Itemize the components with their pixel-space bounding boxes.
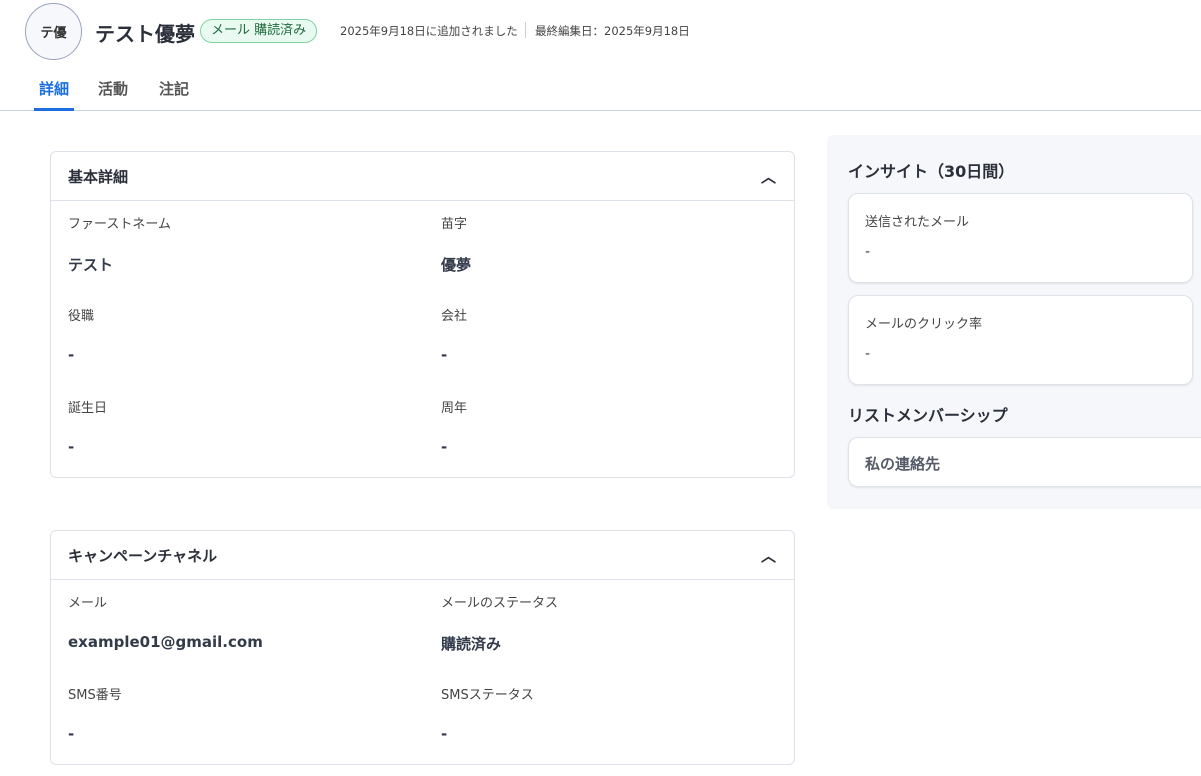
insight-value: - (865, 346, 871, 362)
tab-notes[interactable]: 注記 (159, 78, 189, 109)
list-membership-title: リストメンバーシップ (848, 406, 1008, 425)
list-item[interactable]: 私の連絡先 (848, 437, 1201, 487)
field-company: 会社 - (441, 305, 777, 397)
tab-details[interactable]: 詳細 (34, 78, 75, 111)
tab-activity[interactable]: 活動 (98, 78, 128, 109)
field-label: 会社 (441, 309, 468, 324)
campaign-channels-card: キャンペーンチャネル ︿ メール example01@gmail.com メールのス… (50, 530, 795, 765)
added-date: 2025年9月18日に追加されました (340, 24, 518, 38)
field-value: - (68, 346, 75, 364)
insight-value: - (865, 244, 871, 260)
field-value: テスト (68, 256, 114, 274)
insights-title: インサイト（30日間） (848, 162, 1015, 181)
field-label: 役職 (68, 309, 95, 324)
insight-emails-sent: 送信されたメール - (848, 193, 1193, 283)
section-title: キャンペーンチャネル (68, 546, 218, 565)
avatar: テ優 (25, 3, 82, 60)
field-sms-status: SMSステータス - (441, 684, 777, 776)
field-sms-number: SMS番号 - (68, 684, 441, 776)
field-birthday: 誕生日 - (68, 397, 441, 489)
field-label: SMSステータス (441, 688, 534, 703)
field-label: ファーストネーム (68, 217, 171, 232)
field-value: 購読済み (441, 635, 502, 653)
section-title: 基本詳細 (68, 167, 129, 186)
field-last-name: 苗字 優夢 (441, 213, 777, 305)
edited-date: 最終編集日：2025年9月18日 (535, 24, 690, 38)
field-job-title: 役職 - (68, 305, 441, 397)
field-value: - (68, 725, 75, 743)
chevron-up-icon[interactable]: ︿ (761, 166, 776, 187)
basic-details-card: 基本詳細 ︿ ファーストネーム テスト 苗字優夢 役職 - 会社 - 誕生日 - 周年 - (50, 151, 795, 478)
field-anniversary: 周年 - (441, 397, 777, 489)
status-badge: メール 購読済み (200, 19, 318, 43)
field-value: example01@gmail.com (68, 633, 263, 651)
insights-panel: インサイト（30日間） 送信されたメール - メールのクリック率 - リストメンバー… (827, 135, 1201, 509)
tab-bar: 詳細 活動 注記 (0, 75, 1201, 111)
contact-name: テスト優夢 (95, 22, 195, 46)
divider (525, 22, 526, 38)
insight-label: メールのクリック率 (865, 317, 983, 332)
chevron-up-icon[interactable]: ︿ (761, 545, 776, 566)
field-label: 周年 (441, 401, 468, 416)
basic-details-header[interactable]: 基本詳細 ︿ (51, 152, 794, 201)
field-label: 誕生日 (68, 401, 108, 416)
field-value: - (441, 725, 448, 743)
field-label: SMS番号 (68, 688, 122, 703)
insight-click-rate: メールのクリック率 - (848, 295, 1193, 385)
field-value: 優夢 (441, 256, 472, 274)
campaign-channels-header[interactable]: キャンペーンチャネル ︿ (51, 531, 794, 580)
insight-label: 送信されたメール (865, 215, 970, 230)
field-label: 苗字 (441, 217, 468, 232)
field-value: - (441, 438, 448, 456)
field-email: メール example01@gmail.com (68, 592, 441, 684)
field-label: メールのステータス (441, 596, 559, 611)
field-value: - (68, 438, 75, 456)
field-value: - (441, 346, 448, 364)
field-first-name: ファーストネーム テスト (68, 213, 441, 305)
field-label: メール (68, 596, 108, 611)
field-email-status: メールのステータス 購読済み (441, 592, 777, 684)
